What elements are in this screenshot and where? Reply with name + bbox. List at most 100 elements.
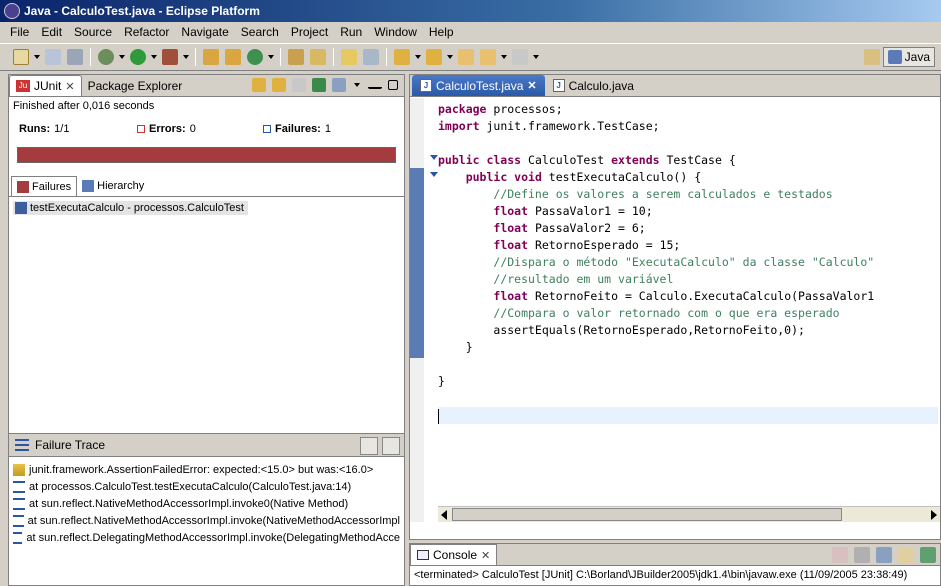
debug-icon[interactable]	[98, 49, 114, 65]
remove-launches-icon[interactable]	[854, 547, 870, 563]
search-icon[interactable]	[310, 49, 326, 65]
tab-package-explorer-label: Package Explorer	[87, 78, 183, 93]
tab-console[interactable]: Console ✕	[410, 544, 498, 565]
error-icon	[137, 125, 145, 133]
new-java-project-icon[interactable]	[203, 49, 219, 65]
menu-edit[interactable]: Edit	[35, 25, 68, 39]
trace-row[interactable]: at sun.reflect.NativeMethodAccessorImpl.…	[13, 512, 400, 529]
tab-junit[interactable]: Ju JUnit ✕	[9, 75, 82, 96]
chevron-down-icon[interactable]	[415, 55, 421, 59]
failure-trace-toolbar	[360, 437, 400, 455]
code-line: }	[465, 340, 473, 354]
next-failure-icon[interactable]	[252, 78, 266, 92]
chevron-down-icon[interactable]	[447, 55, 453, 59]
junit-view-toolbar	[252, 78, 398, 92]
stack-frame-icon	[13, 531, 23, 544]
previous-annotation-icon[interactable]	[426, 49, 442, 65]
junit-view: Ju JUnit ✕ Package Explorer Finished aft…	[8, 74, 405, 586]
close-icon[interactable]: ✕	[481, 549, 490, 562]
java-perspective-button[interactable]: Java	[882, 47, 935, 67]
chevron-down-icon[interactable]	[34, 55, 40, 59]
scroll-thumb[interactable]	[452, 508, 842, 521]
new-package-icon[interactable]	[225, 49, 241, 65]
run-icon[interactable]	[130, 49, 146, 65]
perspective-label: Java	[904, 50, 930, 64]
tab-hierarchy-label: Hierarchy	[97, 180, 145, 192]
next-annotation-icon[interactable]	[394, 49, 410, 65]
code-area[interactable]: package processos; import junit.framework…	[410, 98, 940, 522]
compare-icon[interactable]	[382, 437, 400, 455]
fold-icon[interactable]	[430, 155, 438, 160]
chevron-down-icon[interactable]	[119, 55, 125, 59]
console-icon	[417, 550, 429, 560]
toggle-icon[interactable]	[363, 49, 379, 65]
menu-project[interactable]: Project	[285, 25, 334, 39]
open-perspective-icon[interactable]	[863, 49, 880, 65]
menu-source[interactable]: Source	[68, 25, 118, 39]
forward-icon[interactable]	[512, 49, 528, 65]
trace-row[interactable]: at sun.reflect.DelegatingMethodAccessorI…	[13, 529, 400, 546]
clear-console-icon[interactable]	[898, 547, 914, 563]
menu-refactor[interactable]: Refactor	[118, 25, 175, 39]
menu-help[interactable]: Help	[423, 25, 460, 39]
open-type-icon[interactable]	[288, 49, 304, 65]
test-stats: Runs: 1/1 Errors: 0 Failures: 1	[9, 115, 404, 143]
menu-file[interactable]: File	[4, 25, 35, 39]
stack-frame-icon	[13, 514, 24, 527]
new-icon[interactable]	[13, 49, 29, 65]
scroll-right-icon[interactable]	[931, 510, 937, 520]
tab-package-explorer[interactable]: Package Explorer	[82, 75, 189, 96]
maximize-icon[interactable]	[388, 80, 398, 90]
runs-value: 1/1	[54, 123, 70, 135]
tab-calculotest-java[interactable]: J CalculoTest.java ✕	[412, 75, 545, 96]
trace-row[interactable]: junit.framework.AssertionFailedError: ex…	[13, 461, 400, 478]
chevron-down-icon[interactable]	[501, 55, 507, 59]
new-class-icon[interactable]	[247, 49, 263, 65]
filter-stack-icon[interactable]	[360, 437, 378, 455]
trace-line: at processos.CalculoTest.testExecutaCalc…	[29, 480, 352, 493]
minimize-icon[interactable]	[368, 81, 382, 89]
fold-icon[interactable]	[430, 172, 438, 177]
stack-frame-icon	[13, 480, 25, 493]
last-edit-icon[interactable]	[458, 49, 474, 65]
trace-line: at sun.reflect.NativeMethodAccessorImpl.…	[27, 514, 400, 527]
trace-row[interactable]: at sun.reflect.NativeMethodAccessorImpl.…	[13, 495, 400, 512]
horizontal-scrollbar[interactable]	[438, 506, 940, 522]
edit-icon[interactable]	[341, 49, 357, 65]
chevron-down-icon[interactable]	[183, 55, 189, 59]
stop-icon[interactable]	[292, 78, 306, 92]
trace-row[interactable]: at processos.CalculoTest.testExecutaCalc…	[13, 478, 400, 495]
failures-stat: Failures: 1	[263, 123, 331, 135]
close-icon[interactable]: ✕	[65, 80, 74, 93]
tab-calculo-java[interactable]: J Calculo.java	[545, 75, 642, 96]
chevron-down-icon[interactable]	[151, 55, 157, 59]
history-icon[interactable]	[332, 78, 346, 92]
tab-hierarchy[interactable]: Hierarchy	[77, 176, 149, 196]
terminate-icon[interactable]	[832, 547, 848, 563]
list-item[interactable]: testExecutaCalculo - processos.CalculoTe…	[13, 201, 248, 215]
external-tools-icon[interactable]	[162, 49, 178, 65]
code-line: public void testExecutaCalculo() {	[465, 170, 702, 184]
view-menu-icon[interactable]	[354, 83, 360, 87]
display-console-icon[interactable]	[876, 547, 892, 563]
menu-search[interactable]: Search	[235, 25, 285, 39]
menu-run[interactable]: Run	[334, 25, 368, 39]
code-line: }	[438, 374, 445, 388]
print-icon[interactable]	[67, 49, 83, 65]
chevron-down-icon[interactable]	[533, 55, 539, 59]
close-icon[interactable]: ✕	[527, 79, 536, 92]
chevron-down-icon[interactable]	[268, 55, 274, 59]
open-console-icon[interactable]	[920, 547, 936, 563]
back-icon[interactable]	[480, 49, 496, 65]
menu-window[interactable]: Window	[368, 25, 423, 39]
ruler-highlight	[410, 168, 424, 358]
menu-navigate[interactable]: Navigate	[175, 25, 234, 39]
save-icon[interactable]	[45, 49, 61, 65]
previous-failure-icon[interactable]	[272, 78, 286, 92]
rerun-icon[interactable]	[312, 78, 326, 92]
tab-failures[interactable]: Failures	[11, 176, 78, 196]
stack-trace-icon	[15, 439, 29, 451]
scroll-left-icon[interactable]	[441, 510, 447, 520]
editor-tabs: J CalculoTest.java ✕ J Calculo.java	[410, 75, 940, 97]
